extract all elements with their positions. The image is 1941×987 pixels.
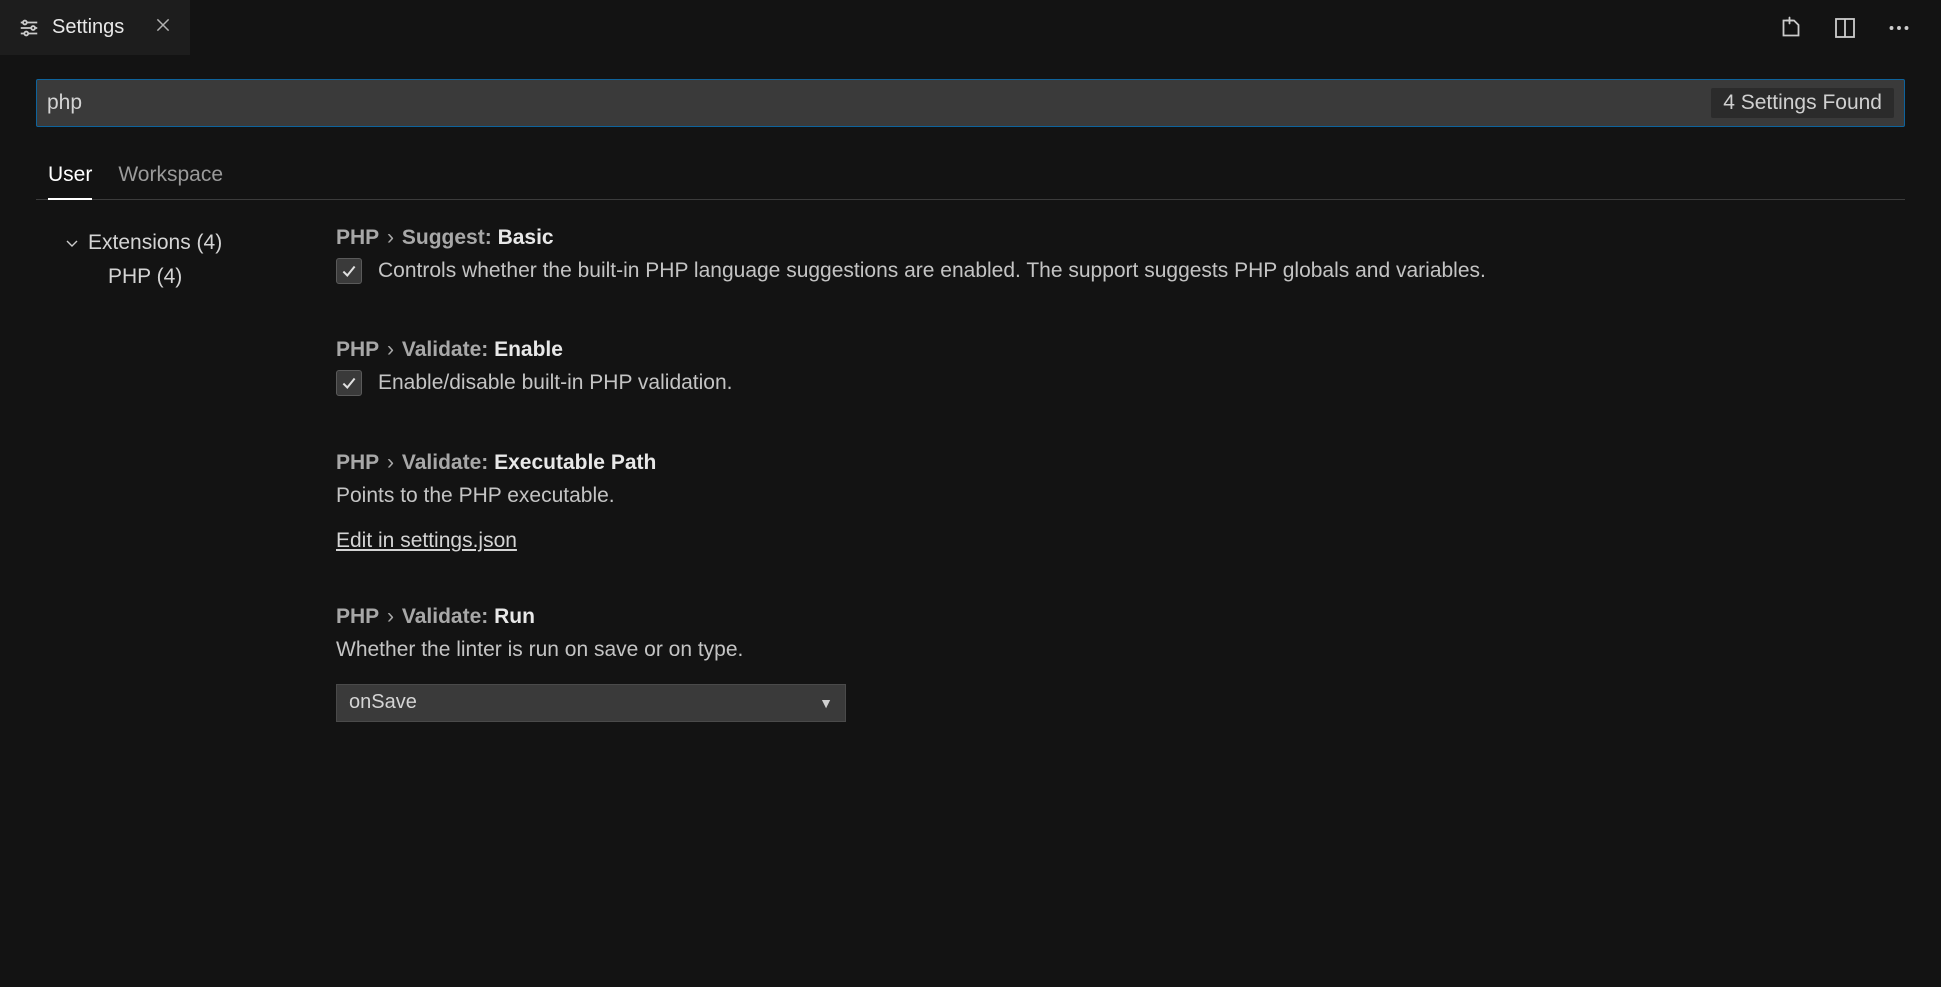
setting-crumb: PHP (336, 338, 379, 361)
setting-desc: Controls whether the built-in PHP langua… (378, 256, 1486, 286)
setting-name: Executable Path (494, 451, 656, 474)
tree-item-extensions[interactable]: Extensions (4) (64, 226, 336, 260)
scope-tab-workspace[interactable]: Workspace (118, 163, 223, 199)
setting-crumb: Validate: (402, 605, 488, 628)
dropdown-value: onSave (349, 691, 417, 714)
tree-item-extensions-label: Extensions (4) (88, 231, 222, 255)
setting-crumb: PHP (336, 451, 379, 474)
setting-php-validate-enable: PHP › Validate: Enable Enable/disable bu… (336, 338, 1865, 398)
more-actions-icon[interactable] (1885, 14, 1913, 42)
setting-php-suggest-basic: PHP › Suggest: Basic Controls whether th… (336, 226, 1865, 286)
settings-list: PHP › Suggest: Basic Controls whether th… (336, 226, 1905, 774)
setting-desc: Whether the linter is run on save or on … (336, 635, 1865, 665)
open-settings-json-icon[interactable] (1777, 14, 1805, 42)
setting-name: Basic (498, 226, 554, 249)
dropdown-validate-run[interactable]: onSave ▼ (336, 684, 846, 722)
setting-name: Run (494, 605, 535, 628)
settings-search-input[interactable] (47, 91, 1703, 115)
settings-content: 4 Settings Found User Workspace Extensio… (0, 55, 1941, 774)
tab-bar: Settings (0, 0, 1941, 55)
tab-bar-spacer (190, 0, 1777, 55)
crumb-sep: › (385, 226, 396, 249)
scope-tabs: User Workspace (36, 163, 1905, 200)
editor-actions (1777, 0, 1941, 55)
scope-tab-user-label: User (48, 163, 92, 186)
split-editor-icon[interactable] (1831, 14, 1859, 42)
scope-tab-user[interactable]: User (48, 163, 92, 199)
setting-crumb: Validate: (402, 451, 488, 474)
results-count-badge: 4 Settings Found (1711, 88, 1894, 118)
edit-in-settings-json-link[interactable]: Edit in settings.json (336, 529, 517, 553)
setting-crumb: Suggest: (402, 226, 492, 249)
chevron-down-icon: ▼ (819, 695, 833, 711)
setting-desc: Enable/disable built-in PHP validation. (378, 368, 733, 398)
scope-tab-workspace-label: Workspace (118, 163, 223, 186)
setting-crumb: Validate: (402, 338, 488, 361)
checkbox-validate-enable[interactable] (336, 370, 362, 396)
checkbox-suggest-basic[interactable] (336, 258, 362, 284)
settings-search-row: 4 Settings Found (36, 79, 1905, 127)
close-icon[interactable] (154, 16, 172, 40)
setting-crumb: PHP (336, 226, 379, 249)
tree-item-php[interactable]: PHP (4) (64, 260, 336, 294)
tab-settings-label: Settings (52, 16, 124, 39)
crumb-sep: › (385, 338, 396, 361)
tab-settings[interactable]: Settings (0, 0, 190, 55)
settings-tab-icon (18, 17, 40, 39)
setting-crumb: PHP (336, 605, 379, 628)
settings-tree: Extensions (4) PHP (4) (36, 226, 336, 774)
chevron-down-icon (64, 235, 82, 251)
crumb-sep: › (385, 605, 396, 628)
setting-desc: Points to the PHP executable. (336, 481, 1865, 511)
tree-item-php-label: PHP (4) (108, 265, 182, 289)
crumb-sep: › (385, 451, 396, 474)
setting-php-validate-run: PHP › Validate: Run Whether the linter i… (336, 605, 1865, 721)
setting-name: Enable (494, 338, 563, 361)
setting-php-validate-executablepath: PHP › Validate: Executable Path Points t… (336, 451, 1865, 553)
